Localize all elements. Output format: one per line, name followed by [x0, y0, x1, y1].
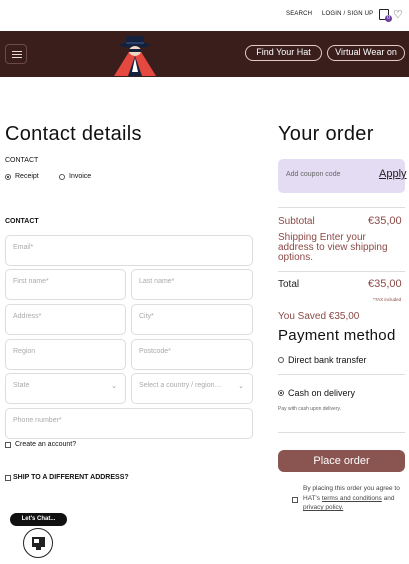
city-field[interactable]: City* [131, 304, 253, 335]
ship-different-checkbox[interactable] [5, 475, 11, 481]
virtual-wear-button[interactable]: Virtual Wear on [327, 45, 405, 61]
menu-icon [12, 51, 22, 52]
state-select[interactable]: State ⌄ [5, 373, 126, 404]
hat-logo[interactable] [112, 34, 158, 77]
chevron-down-icon: ⌄ [111, 383, 117, 390]
coupon-box: Add coupon code Apply [278, 159, 407, 193]
divider [278, 271, 405, 272]
cart-count-badge: 0 [385, 15, 392, 22]
privacy-link[interactable]: privacy policy. [303, 504, 343, 511]
cod-radio[interactable] [278, 390, 284, 396]
last-name-field[interactable]: Last name* [131, 269, 253, 300]
cod-note: Pay with cash upon delivery. [278, 406, 341, 412]
login-link[interactable]: LOGIN / SIGN UP [322, 11, 373, 17]
brand-bar: Find Your Hat Virtual Wear on [0, 31, 409, 77]
phone-field[interactable]: Phone number* [5, 408, 253, 439]
postcode-field[interactable]: Postcode* [131, 339, 253, 370]
state-select-label: State [13, 382, 30, 389]
divider [278, 432, 405, 433]
divider [278, 207, 405, 208]
payment-method-title: Payment method [278, 327, 396, 344]
cod-label[interactable]: Cash on delivery [288, 388, 355, 398]
place-order-button[interactable]: Place order [278, 450, 405, 472]
chevron-down-icon: ⌄ [238, 383, 244, 390]
terms-checkbox[interactable] [292, 497, 298, 503]
first-name-field[interactable]: First name* [5, 269, 126, 300]
ship-different-label[interactable]: SHIP TO A DIFFERENT ADDRESS? [13, 474, 129, 481]
saved-text: You Saved €35,00 [278, 311, 360, 322]
shipping-text: Shipping Enter your address to view ship… [278, 232, 388, 263]
receipt-label[interactable]: Receipt [15, 173, 39, 180]
find-your-hat-button[interactable]: Find Your Hat [245, 45, 322, 61]
total-value: €35,00 [368, 278, 402, 290]
create-account-checkbox[interactable] [5, 442, 11, 448]
invoice-label[interactable]: Invoice [69, 173, 91, 180]
heart-icon[interactable]: ♡ [393, 8, 403, 21]
coupon-input[interactable]: Add coupon code [286, 171, 341, 178]
tax-note: *TAX included [373, 297, 402, 302]
menu-button[interactable] [5, 44, 27, 64]
search-link[interactable]: SEARCH [286, 11, 312, 17]
apply-coupon-button[interactable]: Apply [379, 168, 407, 180]
contact-type-label: CONTACT [5, 157, 39, 164]
menu-icon-line [12, 54, 22, 55]
create-account-label[interactable]: Create an account? [15, 441, 76, 448]
chat-button[interactable] [23, 528, 53, 558]
chat-icon [32, 537, 45, 550]
subtotal-value: €35,00 [368, 215, 402, 227]
email-field[interactable]: Email* [5, 235, 253, 266]
chat-bubble[interactable]: Let's Chat... [10, 513, 67, 526]
subtotal-label: Subtotal [278, 216, 315, 227]
receipt-radio[interactable] [5, 174, 11, 180]
total-label: Total [278, 279, 300, 290]
divider [278, 374, 405, 375]
region-field[interactable]: Region [5, 339, 126, 370]
direct-bank-radio[interactable] [278, 357, 284, 363]
address-field[interactable]: Address* [5, 304, 126, 335]
country-select[interactable]: Select a country / region… ⌄ [131, 373, 253, 404]
contact-details-title: Contact details [5, 123, 142, 145]
contact-section-label: CONTACT [5, 218, 39, 225]
direct-bank-label[interactable]: Direct bank transfer [288, 355, 367, 365]
top-bar: SEARCH LOGIN / SIGN UP 0 ♡ [0, 0, 409, 30]
your-order-title: Your order [278, 123, 374, 145]
terms-link[interactable]: terms and conditions [322, 495, 382, 502]
terms-text: By placing this order you agree to HAT's… [303, 484, 403, 513]
terms-and-text: and [383, 494, 395, 502]
country-select-label: Select a country / region… [139, 382, 222, 389]
invoice-radio[interactable] [59, 174, 65, 180]
menu-icon-line [12, 57, 22, 58]
